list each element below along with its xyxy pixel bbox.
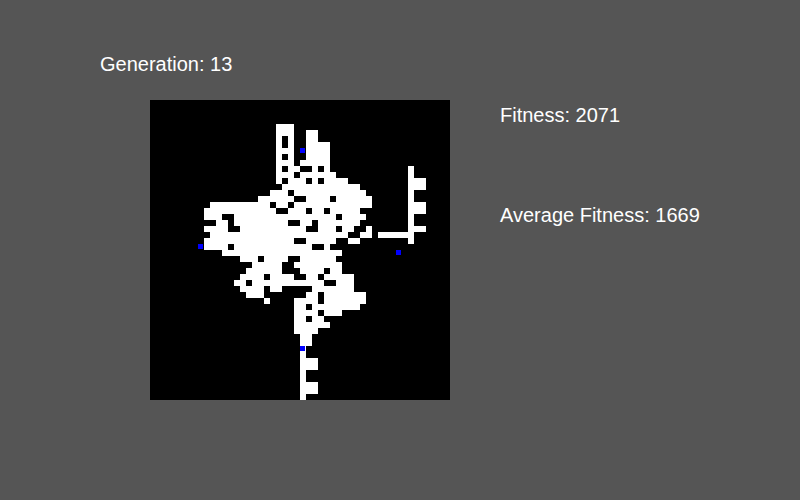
- grid-cell-run: [360, 232, 372, 238]
- grid-cell-run: [270, 286, 282, 292]
- left-column: Generation: 13: [0, 52, 500, 500]
- grid-cell-run: [300, 394, 306, 400]
- generation-label: Generation: 13: [100, 52, 500, 76]
- grid-cell-run: [408, 238, 414, 244]
- fitness-label: Fitness: 2071: [500, 103, 700, 127]
- agent-dot: [300, 148, 305, 153]
- average-fitness-label: Average Fitness: 1669: [500, 203, 700, 227]
- stats-column: Fitness: 2071 Average Fitness: 1669: [500, 52, 700, 500]
- grid-cell-run: [348, 238, 360, 244]
- screen: Generation: 13 Fitness: 2071 Average Fit…: [0, 0, 800, 500]
- grid-cell-run: [324, 310, 342, 316]
- grid-cell-run: [246, 292, 264, 298]
- agent-dot: [198, 244, 203, 249]
- agent-dot: [300, 346, 305, 351]
- grid-canvas: [150, 100, 450, 400]
- agent-dot: [396, 250, 401, 255]
- grid-cell-run: [264, 298, 270, 304]
- grid-cell-run: [276, 202, 288, 208]
